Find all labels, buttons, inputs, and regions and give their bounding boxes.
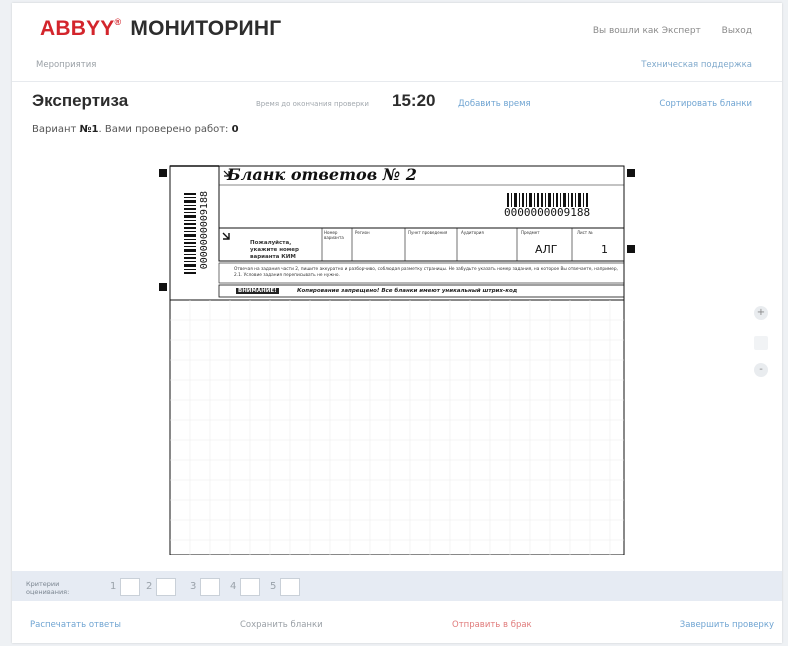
answer-sheet-scan: Бланк ответов № 2 0000000009188 00000000… <box>157 163 635 555</box>
warning-text: Копирование запрещено! Все бланки имеют … <box>297 288 518 294</box>
criteria-label: Критерии оценивания: <box>26 580 70 596</box>
column-header: Пункт проведения <box>408 230 448 235</box>
column-header: Лист № <box>577 230 593 235</box>
reject-link[interactable]: Отправить в брак <box>452 620 532 630</box>
user-area: Вы вошли как Эксперт Выход <box>593 26 752 36</box>
column-header: Аудитория <box>461 230 484 235</box>
events-link[interactable]: Мероприятия <box>36 60 96 70</box>
save-sheets-link[interactable]: Сохранить бланки <box>240 620 323 630</box>
criterion-2-input[interactable] <box>156 578 176 596</box>
answer-sheet-graphics <box>159 165 635 555</box>
criterion-4-input[interactable] <box>240 578 260 596</box>
header-divider <box>12 81 782 82</box>
time-left-value: 15:20 <box>392 91 436 110</box>
sheet-instruction: Отвечая на задания части 2, пишите аккур… <box>234 267 618 278</box>
variant-field-note: Пожалуйста, укажите номер варианта КИМ <box>250 240 299 260</box>
warning-label: ВНИМАНИЕ! <box>236 288 279 294</box>
side-barcode-number: 0000000009188 <box>199 191 210 270</box>
criteria-bar: Критерии оценивания: 1 2 3 4 5 <box>12 571 782 601</box>
finish-check-link[interactable]: Завершить проверку <box>680 620 774 630</box>
add-time-link[interactable]: Добавить время <box>458 99 531 109</box>
checked-count: 0 <box>231 124 239 135</box>
column-header: Предмет <box>521 230 540 235</box>
column-header: Регион <box>355 230 370 235</box>
app-window: ABBYY® МОНИТОРИНГ Вы вошли как Эксперт В… <box>12 3 782 643</box>
sheet-title: Бланк ответов № 2 <box>227 165 417 184</box>
sort-sheets-link[interactable]: Сортировать бланки <box>659 99 752 109</box>
criterion-5-input[interactable] <box>280 578 300 596</box>
criterion-3-input[interactable] <box>200 578 220 596</box>
print-answers-link[interactable]: Распечатать ответы <box>30 620 121 630</box>
logout-link[interactable]: Выход <box>722 26 752 36</box>
subject-value: АЛГ <box>535 243 558 256</box>
variant-info: Вариант №1. Вами проверено работ: 0 <box>32 124 239 135</box>
column-header: Номер варианта <box>324 230 344 240</box>
support-link[interactable]: Техническая поддержка <box>641 60 752 70</box>
time-left-label: Время до окончания проверки <box>256 100 369 108</box>
criterion-5: 5 <box>270 578 330 596</box>
page-number-value: 1 <box>601 243 608 256</box>
sheet-barcode-number: 0000000009188 <box>504 206 591 219</box>
logged-in-label: Вы вошли как Эксперт <box>592 26 701 36</box>
logo-brand: ABBYY <box>40 17 115 40</box>
criterion-1-input[interactable] <box>120 578 140 596</box>
page-title: Экспертиза <box>32 91 129 110</box>
logo-product: МОНИТОРИНГ <box>130 17 282 40</box>
zoom-slider[interactable] <box>754 336 768 350</box>
zoom-in-button[interactable]: + <box>754 306 768 320</box>
variant-number: №1 <box>79 124 99 135</box>
logo: ABBYY® МОНИТОРИНГ <box>40 17 282 40</box>
zoom-out-button[interactable]: - <box>754 363 768 377</box>
